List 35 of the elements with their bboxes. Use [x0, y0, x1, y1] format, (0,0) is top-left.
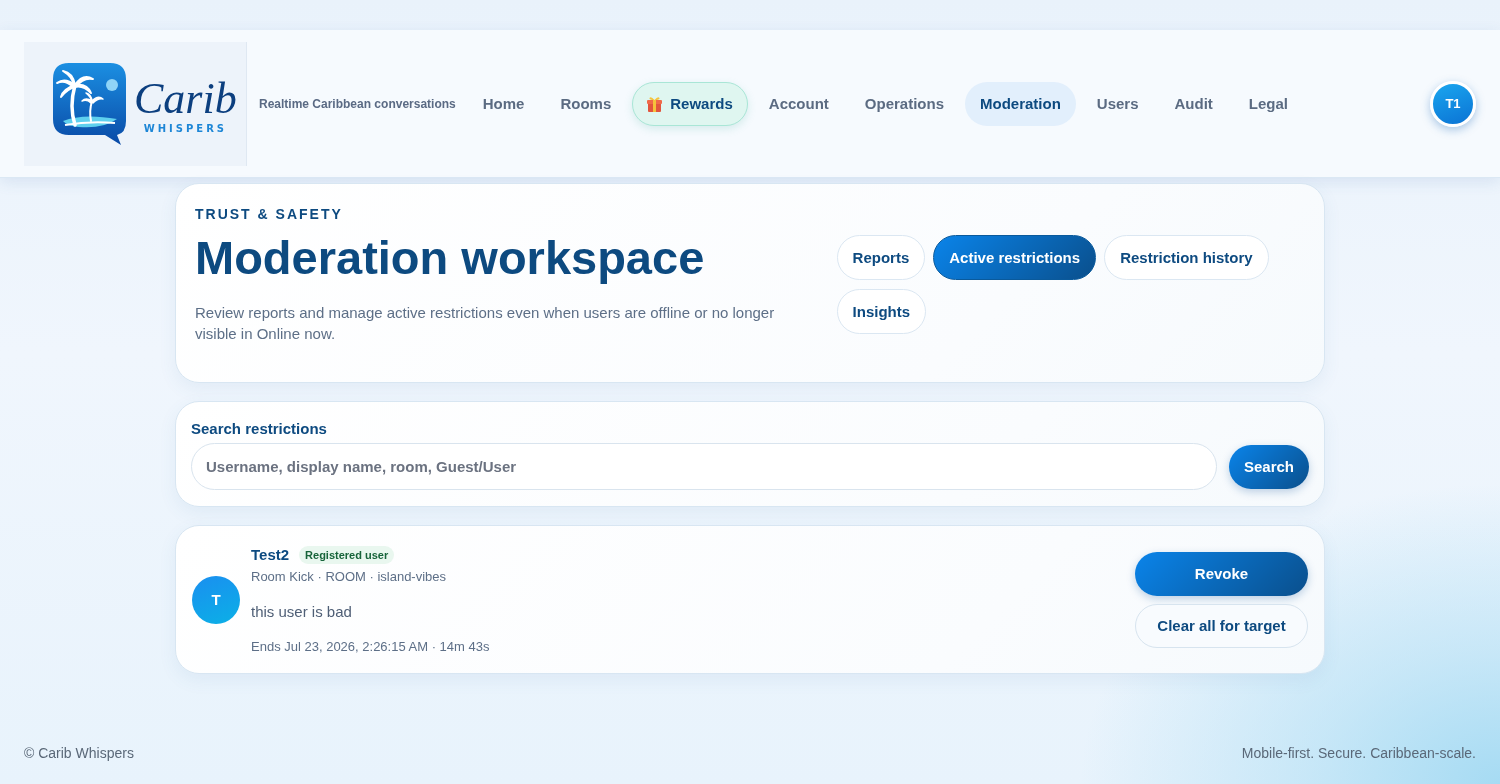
tab[interactable]: Insights [836, 289, 927, 334]
nav-link[interactable]: Users [1081, 81, 1154, 126]
nav-link[interactable]: Home [467, 81, 540, 126]
user-avatar: T [192, 575, 240, 624]
logo-wordmark: Carib [134, 77, 237, 121]
search-field[interactable]: Username, display name, room, Guest/User [191, 443, 1217, 490]
revoke-button[interactable]: Revoke [1135, 551, 1308, 596]
nav-link[interactable]: Account [753, 81, 844, 126]
tab[interactable]: Active restrictions [933, 235, 1097, 280]
footer-tagline: Mobile-first. Secure. Caribbean-scale. [1241, 745, 1476, 761]
palm-tree-chat-bubble-icon [53, 62, 126, 145]
nav-link[interactable]: Audit [1159, 81, 1228, 126]
restriction-details: Room Kick · ROOM · island-vibes [251, 568, 448, 584]
eyebrow-label: TRUST & SAFETY [195, 206, 344, 222]
user-type-badge: Registered user [299, 545, 395, 564]
nav-link[interactable]: Rooms [545, 81, 627, 126]
nav-link[interactable]: Rewards [632, 81, 748, 126]
search-label: Search restrictions [191, 420, 328, 437]
nav-link[interactable]: Moderation [965, 81, 1076, 126]
user-avatar[interactable]: T1 [1430, 80, 1476, 127]
restriction-reason: this user is bad [251, 602, 353, 620]
tab[interactable]: Reports [836, 235, 926, 280]
restriction-end-time: Ends Jul 23, 2026, 2:26:15 AM · 14m 43s [251, 638, 491, 654]
nav-link[interactable]: Operations [849, 81, 959, 126]
tagline: Realtime Caribbean conversations [259, 96, 456, 111]
nav-link[interactable]: Legal [1233, 81, 1304, 126]
logo-subtitle: WHISPERS [143, 123, 228, 134]
page-description: Review reports and manage active restrictions even when users are offline or no longer visible in Online now. [195, 303, 776, 344]
user-name: Test2 [251, 546, 290, 563]
tab[interactable]: Restriction history [1104, 235, 1269, 280]
copyright-text: © Carib Whispers [24, 745, 134, 761]
gift-icon [647, 95, 663, 112]
clear-button[interactable]: Clear all for target [1135, 603, 1308, 648]
page-title: Moderation workspace [195, 230, 706, 286]
search-button[interactable]: Search [1228, 444, 1309, 489]
